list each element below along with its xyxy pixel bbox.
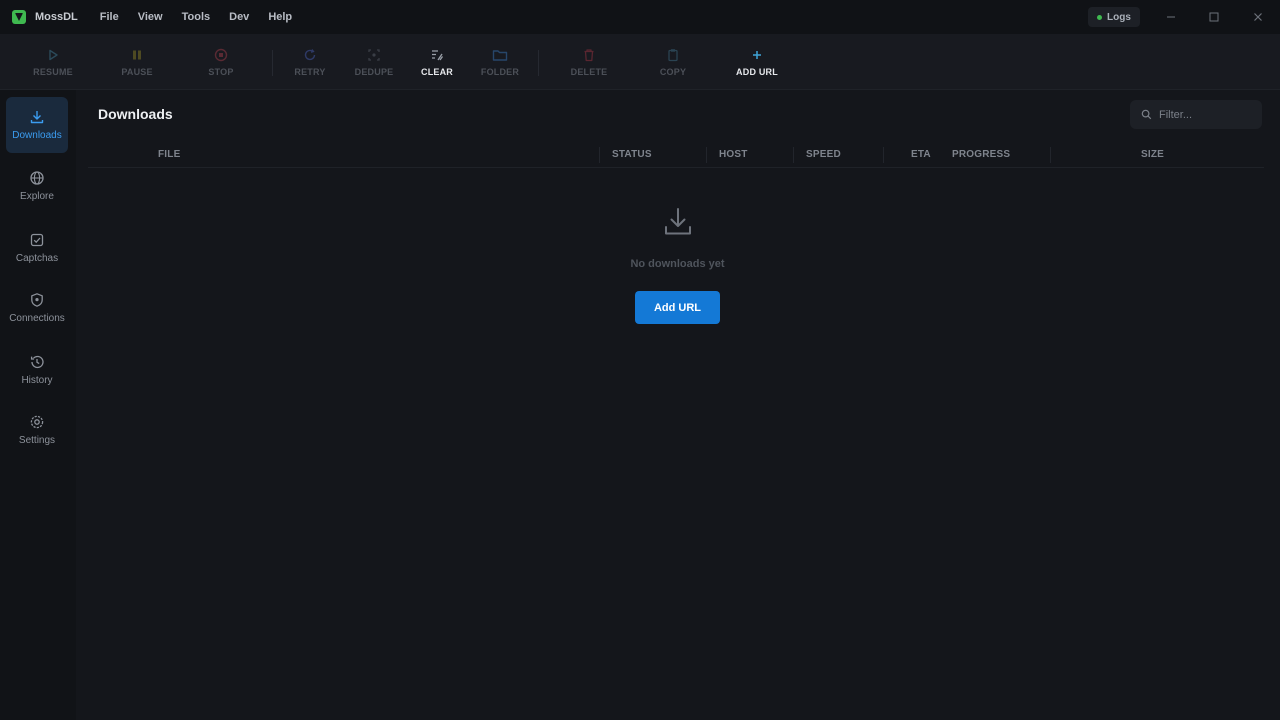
empty-state-message: No downloads yet [630, 258, 725, 270]
column-host[interactable]: HOST [719, 149, 748, 160]
add-url-button[interactable]: Add URL [635, 291, 720, 324]
column-status[interactable]: STATUS [612, 149, 652, 160]
resume-button[interactable]: RESUME [18, 34, 88, 90]
folder-icon [492, 47, 508, 63]
menu-tools[interactable]: Tools [182, 11, 211, 23]
column-divider [1050, 147, 1051, 163]
toolbar: RESUME PAUSE STOP RETRY DEDUPE CLEAR FOL… [0, 34, 1280, 90]
column-speed[interactable]: SPEED [806, 149, 841, 160]
delete-label: DELETE [570, 67, 608, 77]
folder-button[interactable]: FOLDER [465, 34, 535, 90]
trash-icon [582, 47, 596, 63]
dedupe-button[interactable]: DEDUPE [339, 34, 409, 90]
close-icon[interactable] [1249, 8, 1267, 26]
plus-icon [751, 47, 763, 63]
stop-label: STOP [208, 67, 234, 77]
logs-button[interactable]: Logs [1088, 7, 1140, 27]
sidebar-item-label: Explore [20, 191, 54, 202]
search-icon [1141, 109, 1152, 120]
add-url-label: ADD URL [736, 67, 778, 77]
menu-dev[interactable]: Dev [229, 11, 249, 23]
sidebar-item-label: Downloads [12, 130, 62, 141]
minimize-icon[interactable] [1162, 8, 1180, 26]
globe-icon [29, 170, 45, 186]
sidebar-item-label: Connections [9, 313, 65, 324]
main-content: Downloads FILE STATUS HOST SPEED ETA PRO… [76, 90, 1280, 720]
folder-label: FOLDER [480, 67, 520, 77]
toolbar-divider [538, 50, 539, 76]
shield-icon [29, 292, 45, 308]
pause-label: PAUSE [121, 67, 153, 77]
sidebar-item-connections[interactable]: Connections [6, 280, 68, 336]
dedupe-label: DEDUPE [354, 67, 394, 77]
gear-icon [29, 414, 45, 430]
column-eta[interactable]: ETA [911, 149, 931, 160]
page-title: Downloads [98, 106, 173, 122]
column-divider [883, 147, 884, 163]
menu-view[interactable]: View [138, 11, 163, 23]
toolbar-divider [272, 50, 273, 76]
filter-box[interactable] [1130, 100, 1262, 129]
retry-icon [303, 47, 317, 63]
clear-label: CLEAR [421, 67, 453, 77]
menu-file[interactable]: File [100, 11, 119, 23]
maximize-icon[interactable] [1205, 8, 1223, 26]
pause-icon [131, 47, 143, 63]
column-divider [706, 147, 707, 163]
history-icon [29, 354, 45, 370]
sidebar-item-label: Captchas [15, 253, 59, 264]
resume-label: RESUME [33, 67, 73, 77]
sidebar-item-explore[interactable]: Explore [6, 158, 68, 214]
sidebar-item-downloads[interactable]: Downloads [6, 97, 68, 153]
sidebar-item-settings[interactable]: Settings [6, 402, 68, 458]
play-icon [47, 47, 59, 63]
column-divider [599, 147, 600, 163]
column-file[interactable]: FILE [158, 149, 180, 160]
sidebar: Downloads Explore Captchas Connections H… [0, 90, 76, 720]
menu-help[interactable]: Help [268, 11, 292, 23]
sidebar-item-label: Settings [18, 435, 56, 446]
logs-label: Logs [1107, 11, 1131, 23]
column-size[interactable]: SIZE [1141, 149, 1164, 160]
retry-label: RETRY [294, 67, 326, 77]
column-progress[interactable]: PROGRESS [952, 149, 1010, 160]
clear-button[interactable]: CLEAR [402, 34, 472, 90]
clear-icon [430, 47, 444, 63]
copy-label: COPY [659, 67, 687, 77]
sidebar-item-history[interactable]: History [6, 342, 68, 398]
app-logo-icon [12, 10, 26, 24]
retry-button[interactable]: RETRY [275, 34, 345, 90]
add-url-toolbar-button[interactable]: ADD URL [722, 34, 792, 90]
status-dot-icon [1097, 14, 1103, 20]
clipboard-icon [666, 47, 680, 63]
delete-button[interactable]: DELETE [554, 34, 624, 90]
captcha-icon [29, 232, 45, 248]
copy-button[interactable]: COPY [638, 34, 708, 90]
filter-input[interactable] [1159, 108, 1255, 121]
app-name: MossDL [35, 11, 78, 23]
title-bar: MossDL File View Tools Dev Help Logs [0, 0, 1280, 34]
pause-button[interactable]: PAUSE [102, 34, 172, 90]
stop-icon [214, 47, 228, 63]
stop-button[interactable]: STOP [186, 34, 256, 90]
dedupe-icon [367, 47, 381, 63]
download-icon [662, 206, 694, 243]
download-icon [29, 109, 45, 125]
sidebar-item-captchas[interactable]: Captchas [6, 220, 68, 276]
column-divider [793, 147, 794, 163]
sidebar-item-label: History [21, 375, 53, 386]
table-header: FILE STATUS HOST SPEED ETA PROGRESS SIZE [88, 142, 1264, 168]
menu-bar: File View Tools Dev Help [100, 11, 311, 23]
